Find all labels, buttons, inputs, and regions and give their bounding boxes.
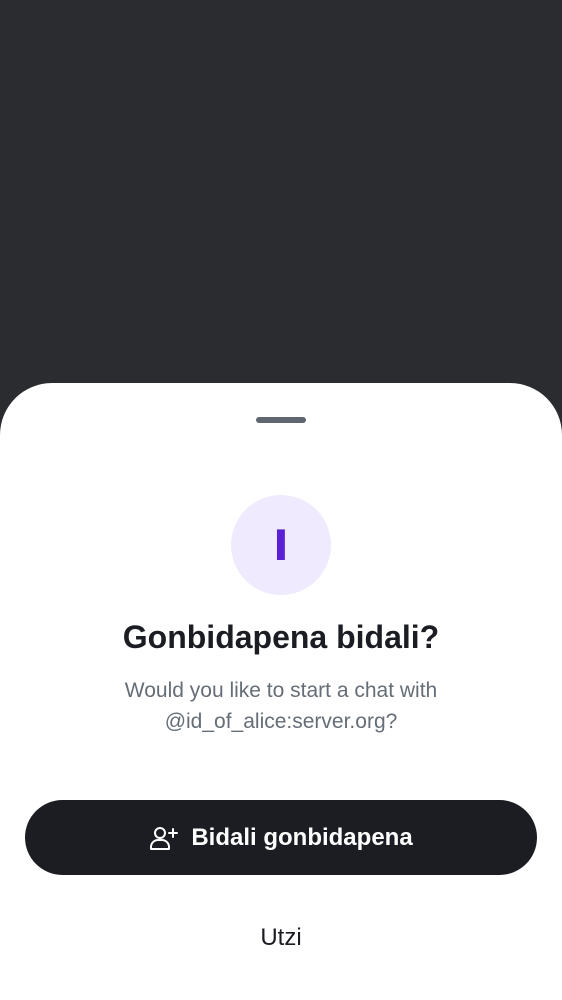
dialog-message: Would you like to start a chat with @id_… <box>124 679 438 733</box>
user-add-icon <box>149 825 179 851</box>
send-invite-button[interactable]: Bidali gonbidapena <box>25 800 537 875</box>
avatar: I <box>231 495 331 595</box>
cancel-button[interactable]: Utzi <box>25 900 537 975</box>
cancel-label: Utzi <box>260 923 302 951</box>
dialog-title: Gonbidapena bidali? <box>122 619 440 655</box>
avatar-letter: I <box>273 520 289 570</box>
drag-handle[interactable] <box>256 417 306 423</box>
bottom-sheet: I Gonbidapena bidali? Would you like to … <box>0 383 562 1000</box>
send-invite-label: Bidali gonbidapena <box>191 823 413 851</box>
